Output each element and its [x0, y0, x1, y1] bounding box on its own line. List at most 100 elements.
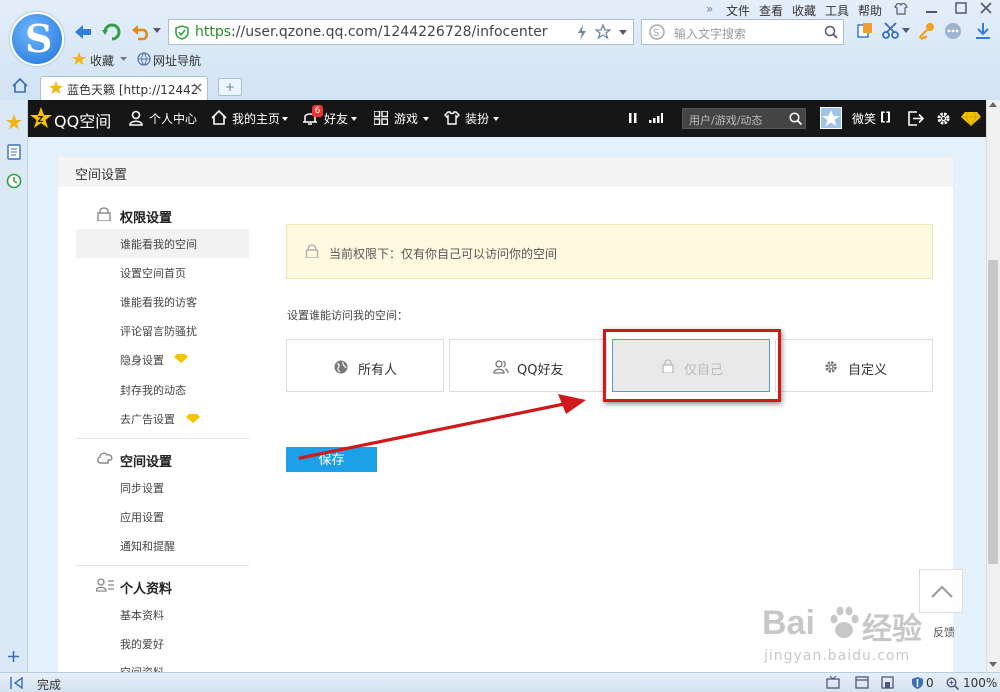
menu-view[interactable]: 查看 [759, 2, 783, 19]
screenshot-scissors-icon[interactable] [882, 22, 900, 40]
scroll-up-icon[interactable] [989, 102, 997, 108]
sidebar-item-invisible[interactable]: 隐身设置 [120, 352, 164, 368]
nav-games[interactable]: 游戏 [394, 110, 418, 127]
qzone-search-input[interactable]: 用户/游戏/动态 [682, 108, 806, 129]
qzone-navbar: Z QQ空间 个人中心 我的主页 6 好友 游戏 装扮 用户/游戏/动态 微笑 … [28, 100, 986, 137]
url-text[interactable]: https://user.qzone.qq.com/1244226728/inf… [195, 24, 548, 40]
settings-panel-header [58, 157, 953, 187]
maximize-icon[interactable] [955, 2, 967, 14]
sidebar-item-who-can-view[interactable]: 谁能看我的空间 [120, 236, 197, 252]
search-engine-icon[interactable]: S [648, 24, 666, 40]
download-icon[interactable] [974, 22, 992, 40]
settings-gear-icon[interactable] [936, 111, 951, 126]
avatar[interactable] [820, 107, 842, 129]
watermark-brand2: 经验 [862, 612, 922, 647]
sogou-logo-icon[interactable]: S [10, 12, 64, 66]
tv-icon[interactable] [826, 676, 840, 689]
sidebar-divider [76, 565, 249, 566]
sidebar-add-icon[interactable] [7, 650, 20, 663]
sidebar-item-apps[interactable]: 应用设置 [120, 509, 164, 525]
scissors-dropdown-icon[interactable] [902, 28, 910, 34]
sidebar-favorites-icon[interactable] [6, 114, 22, 130]
back-icon[interactable] [72, 22, 94, 42]
skin-icon[interactable] [894, 3, 908, 15]
new-tab-button[interactable]: + [218, 78, 242, 96]
sidebar-item-sync[interactable]: 同步设置 [120, 480, 164, 496]
address-bar[interactable]: https://user.qzone.qq.com/1244226728/inf… [168, 19, 634, 45]
browser-search-box[interactable]: S 输入文字搜索 [641, 19, 844, 45]
scroll-down-icon[interactable] [989, 662, 997, 668]
menu-file[interactable]: 文件 [726, 2, 750, 19]
logout-icon[interactable] [908, 111, 924, 126]
more-tools-icon[interactable] [944, 22, 962, 40]
url-dropdown-icon[interactable] [619, 30, 627, 36]
home-page-icon [211, 110, 227, 125]
sidebar-item-visitors[interactable]: 谁能看我的访客 [120, 294, 197, 310]
sidebar-item-notifications[interactable]: 通知和提醒 [120, 538, 175, 554]
zoom-level[interactable]: 100% [963, 676, 997, 690]
refresh-icon[interactable] [101, 22, 123, 42]
sidebar-item-basic-info[interactable]: 基本资料 [120, 607, 164, 623]
scrollbar-thumb[interactable] [988, 260, 998, 564]
user-nickname[interactable]: 微笑 [852, 110, 876, 127]
pause-music-icon[interactable] [629, 113, 637, 123]
search-icon[interactable] [824, 25, 838, 39]
close-window-icon[interactable] [980, 2, 992, 14]
globe-nav-icon [137, 52, 151, 66]
qzone-logo-text[interactable]: QQ空间 [54, 108, 111, 132]
menu-tools[interactable]: 工具 [825, 2, 849, 19]
window-icon[interactable] [855, 676, 869, 689]
tab-switch-icon[interactable] [856, 22, 874, 40]
zoom-icon[interactable] [946, 677, 959, 690]
menu-help[interactable]: 帮助 [858, 2, 882, 19]
sidebar-toggle-icon[interactable] [10, 677, 24, 689]
web-nav-link[interactable]: 网址导航 [153, 52, 201, 69]
vip-diamond-icon[interactable] [961, 111, 981, 126]
highlight-annotation-box [603, 329, 781, 402]
vip-diamond-icon [186, 414, 200, 423]
baidu-jingyan-watermark: Bai 经验 jingyan.baidu.com [762, 602, 962, 672]
bookmarks-menu[interactable]: 收藏 [90, 52, 114, 69]
dressup-dropdown-icon[interactable] [493, 117, 499, 121]
save-page-icon[interactable] [881, 676, 894, 689]
sidebar-item-hobbies[interactable]: 我的爱好 [120, 636, 164, 652]
option-custom[interactable]: 自定义 [775, 339, 933, 392]
undo-dropdown-icon[interactable] [153, 28, 161, 34]
sidebar-reader-icon[interactable] [7, 144, 21, 160]
shield-icon[interactable] [911, 676, 924, 690]
friends-dropdown-icon[interactable] [351, 117, 357, 121]
svg-text:Z: Z [38, 115, 44, 124]
browser-tab[interactable]: 蓝色天籁 [http://12442 [40, 76, 208, 100]
nav-friends[interactable]: 好友 [324, 110, 348, 127]
minimize-icon[interactable] [926, 6, 938, 14]
sidebar-item-space-info[interactable]: 空间资料 [120, 664, 164, 672]
friends-icon [493, 360, 509, 374]
lock-icon [305, 244, 319, 258]
games-dropdown-icon[interactable] [423, 117, 429, 121]
sidebar-history-icon[interactable] [6, 173, 22, 189]
tab-favicon-star-icon [49, 81, 63, 95]
menu-more-icon[interactable]: » [706, 2, 713, 16]
undo-close-icon[interactable] [130, 22, 152, 42]
signal-bars-icon[interactable] [649, 113, 663, 123]
menu-favorites[interactable]: 收藏 [792, 2, 816, 19]
sidebar-item-set-homepage[interactable]: 设置空间首页 [120, 265, 186, 281]
home-icon[interactable] [12, 78, 28, 93]
sidebar-item-remove-ads[interactable]: 去广告设置 [120, 411, 175, 427]
nav-personal-center[interactable]: 个人中心 [149, 110, 197, 127]
key-icon[interactable] [918, 22, 936, 40]
option-everyone[interactable]: 所有人 [286, 339, 444, 392]
tab-close-icon[interactable] [193, 83, 202, 92]
homepage-dropdown-icon[interactable] [282, 117, 288, 121]
nav-my-homepage[interactable]: 我的主页 [232, 110, 280, 127]
speed-mode-icon[interactable] [577, 25, 587, 40]
nav-dressup[interactable]: 装扮 [465, 110, 489, 127]
sidebar-item-anti-harass[interactable]: 评论留言防骚扰 [120, 323, 197, 339]
option-qq-friends[interactable]: QQ好友 [449, 339, 607, 392]
sidebar-item-archive-feed[interactable]: 封存我的动态 [120, 382, 186, 398]
bookmarks-dropdown-icon[interactable] [120, 57, 127, 62]
url-scheme: https [195, 24, 232, 40]
favorite-star-icon[interactable] [595, 24, 611, 40]
qzone-search-icon[interactable] [789, 112, 802, 125]
qzone-star-logo-icon[interactable]: Z [30, 107, 52, 129]
